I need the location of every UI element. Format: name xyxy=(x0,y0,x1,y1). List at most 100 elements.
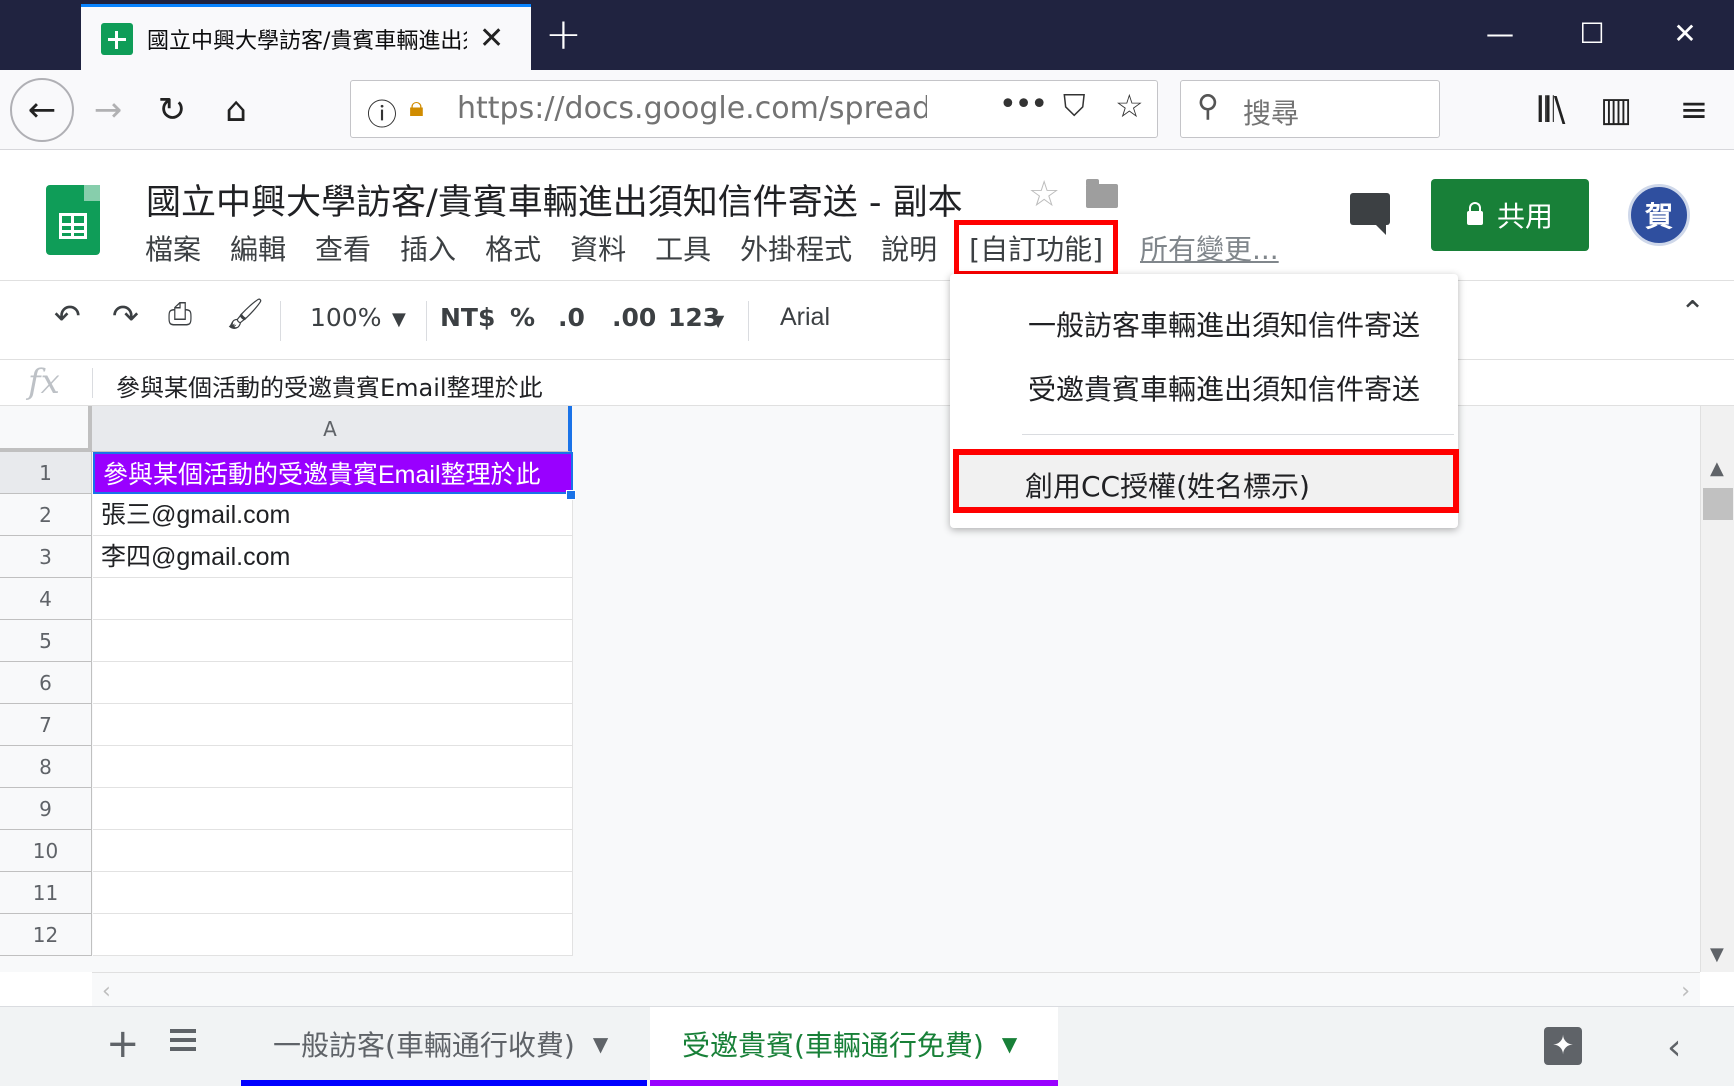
hamburger-menu-icon[interactable]: ≡ xyxy=(1668,84,1720,136)
row-header[interactable]: 12 xyxy=(0,914,92,956)
add-sheet-icon[interactable]: + xyxy=(106,1021,140,1067)
url-text[interactable]: https://docs.google.com/spreadsheets xyxy=(457,91,927,126)
maximize-icon[interactable]: ☐ xyxy=(1562,14,1622,54)
pocket-icon[interactable]: ⛉ xyxy=(1063,89,1086,124)
zoom-dropdown-icon[interactable]: ▼ xyxy=(392,309,406,330)
sheets-logo-icon[interactable] xyxy=(46,185,100,255)
chevron-down-icon[interactable]: ▼ xyxy=(1002,1032,1017,1056)
sidebar-icon[interactable]: ▥ xyxy=(1590,84,1642,136)
menu-item-cc-license[interactable]: 創用CC授權(姓名標示) xyxy=(953,449,1459,513)
scrollbar-thumb[interactable] xyxy=(1703,488,1733,520)
collapse-side-panel-icon[interactable]: ‹ xyxy=(1667,1027,1681,1068)
percent-format-button[interactable]: % xyxy=(510,303,535,332)
cell-a12[interactable] xyxy=(93,914,573,956)
star-icon[interactable]: ☆ xyxy=(1028,174,1060,215)
menu-item-invited-guest[interactable]: 受邀貴賓車輛進出須知信件寄送 xyxy=(1028,368,1420,408)
row-header[interactable]: 1 xyxy=(0,452,92,494)
toolbar-separator xyxy=(748,301,749,341)
scroll-down-icon[interactable]: ▼ xyxy=(1710,944,1724,965)
row-header[interactable]: 10 xyxy=(0,830,92,872)
menu-tools[interactable]: 工具 xyxy=(655,226,711,270)
cell-a9[interactable] xyxy=(93,788,573,830)
row-header[interactable]: 6 xyxy=(0,662,92,704)
url-bar[interactable]: ⓘ 🔒︎ https://docs.google.com/spreadsheet… xyxy=(350,80,1158,138)
chevron-down-icon[interactable]: ▼ xyxy=(593,1032,608,1056)
comment-icon[interactable] xyxy=(1350,193,1390,235)
row-header[interactable]: 8 xyxy=(0,746,92,788)
formula-separator xyxy=(92,368,93,398)
close-tab-icon[interactable]: ✕ xyxy=(479,21,504,56)
row-header[interactable]: 3 xyxy=(0,536,92,578)
cell-a2[interactable]: 張三@gmail.com xyxy=(93,494,573,536)
library-icon[interactable]: 𝄃𝄃\ xyxy=(1526,84,1578,136)
increase-decimal-button[interactable]: .00 xyxy=(612,303,656,332)
menu-edit[interactable]: 編輯 xyxy=(230,226,286,270)
page-actions-icon[interactable]: ••• xyxy=(999,87,1048,122)
row-header[interactable]: 9 xyxy=(0,788,92,830)
search-input[interactable]: 搜尋 xyxy=(1243,92,1299,132)
redo-icon[interactable]: ↷ xyxy=(112,297,139,335)
font-select[interactable]: Arial xyxy=(780,303,830,332)
forward-icon[interactable]: → xyxy=(82,84,134,136)
row-header[interactable]: 11 xyxy=(0,872,92,914)
cell-a3[interactable]: 李四@gmail.com xyxy=(93,536,573,578)
menu-format[interactable]: 格式 xyxy=(485,226,541,270)
number-format-dropdown-icon[interactable]: ▼ xyxy=(712,311,724,330)
menu-item-general-visitor[interactable]: 一般訪客車輛進出須知信件寄送 xyxy=(1028,304,1420,344)
decrease-decimal-button[interactable]: .0 xyxy=(558,303,585,332)
back-button[interactable]: ← xyxy=(10,78,74,142)
scroll-left-icon[interactable]: ‹ xyxy=(102,979,111,1004)
menu-addons[interactable]: 外掛程式 xyxy=(740,226,852,270)
all-changes-link[interactable]: 所有變更... xyxy=(1140,226,1279,270)
cell-a8[interactable] xyxy=(93,746,573,788)
print-icon[interactable]: ⎙ xyxy=(168,297,192,332)
row-header[interactable]: 2 xyxy=(0,494,92,536)
cell-a5[interactable] xyxy=(93,620,573,662)
vertical-scrollbar[interactable]: ▲ ▼ xyxy=(1700,406,1734,972)
paint-format-icon[interactable]: 🖌︎ xyxy=(226,297,264,332)
all-sheets-icon[interactable] xyxy=(170,1029,196,1051)
home-icon[interactable]: ⌂ xyxy=(210,84,262,136)
row-header[interactable]: 7 xyxy=(0,704,92,746)
menu-custom-functions[interactable]: [自訂功能] xyxy=(954,220,1118,276)
collapse-toolbar-icon[interactable]: ⌃ xyxy=(1680,295,1705,330)
sheet-tab-general-visitor[interactable]: 一般訪客(車輛通行收費) ▼ xyxy=(241,1007,647,1086)
undo-icon[interactable]: ↶ xyxy=(54,297,81,335)
select-all-corner[interactable] xyxy=(0,406,92,452)
new-tab-icon[interactable]: + xyxy=(545,10,582,60)
sheet-tab-invited-guest[interactable]: 受邀貴賓(車輛通行免費) ▼ xyxy=(650,1007,1058,1086)
menu-insert[interactable]: 插入 xyxy=(400,226,456,270)
zoom-select[interactable]: 100% xyxy=(310,303,381,332)
row-header[interactable]: 4 xyxy=(0,578,92,620)
cell-a10[interactable] xyxy=(93,830,573,872)
currency-format-button[interactable]: NT$ xyxy=(440,303,495,332)
fill-handle[interactable] xyxy=(566,490,576,500)
menu-view[interactable]: 查看 xyxy=(315,226,371,270)
column-header-a[interactable]: A xyxy=(92,406,572,452)
info-icon[interactable]: ⓘ xyxy=(367,90,397,134)
cell-a7[interactable] xyxy=(93,704,573,746)
cell-a1[interactable]: 參與某個活動的受邀貴賓Email整理於此 xyxy=(93,452,573,494)
lock-warning-icon[interactable]: 🔒︎ xyxy=(409,90,424,124)
explore-icon[interactable]: ✦ xyxy=(1544,1027,1582,1065)
menu-file[interactable]: 檔案 xyxy=(145,226,201,270)
browser-tab[interactable]: 國立中興大學訪客/貴賓車輛進出須知信件寄送 ✕ xyxy=(81,4,531,70)
bookmark-star-icon[interactable]: ☆ xyxy=(1115,87,1144,125)
scroll-right-icon[interactable]: › xyxy=(1681,979,1690,1004)
formula-input[interactable]: 參與某個活動的受邀貴賓Email整理於此 xyxy=(116,368,543,403)
scroll-up-icon[interactable]: ▲ xyxy=(1710,458,1724,479)
folder-icon[interactable] xyxy=(1086,179,1118,208)
avatar[interactable]: 賀 xyxy=(1628,184,1690,246)
row-header[interactable]: 5 xyxy=(0,620,92,662)
search-bar[interactable]: ⚲ 搜尋 xyxy=(1180,80,1440,138)
doc-title[interactable]: 國立中興大學訪客/貴賓車輛進出須知信件寄送 - 副本 xyxy=(146,174,963,225)
minimize-icon[interactable]: — xyxy=(1470,14,1530,54)
menu-help[interactable]: 說明 xyxy=(881,226,937,270)
reload-icon[interactable]: ↻ xyxy=(146,84,198,136)
cell-a6[interactable] xyxy=(93,662,573,704)
cell-a4[interactable] xyxy=(93,578,573,620)
menu-data[interactable]: 資料 xyxy=(570,226,626,270)
window-close-icon[interactable]: ✕ xyxy=(1655,14,1715,54)
share-button[interactable]: 共用 xyxy=(1431,179,1589,251)
cell-a11[interactable] xyxy=(93,872,573,914)
